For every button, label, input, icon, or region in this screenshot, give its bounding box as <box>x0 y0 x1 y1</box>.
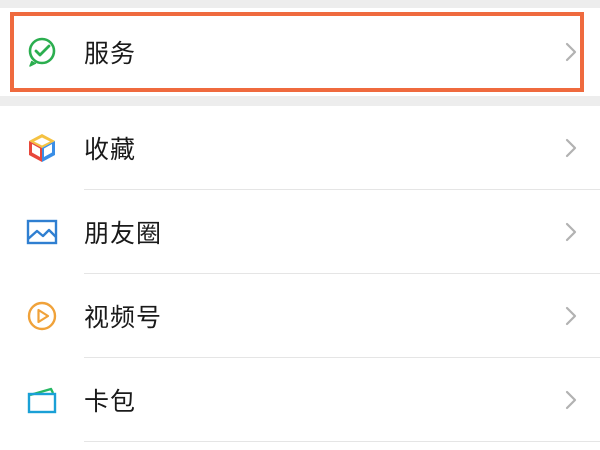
chevron-right-icon <box>564 305 578 327</box>
favorites-cube-icon <box>25 131 59 165</box>
menu-item-service[interactable]: 服务 <box>0 10 600 94</box>
chevron-right-icon <box>564 41 578 63</box>
menu-item-moments[interactable]: 朋友圈 <box>0 190 600 274</box>
service-group: 服务 <box>0 8 600 96</box>
menu-item-cards[interactable]: 卡包 <box>0 358 600 442</box>
menu-item-label: 卡包 <box>84 387 137 416</box>
chevron-right-icon <box>564 137 578 159</box>
top-strip <box>0 0 600 8</box>
menu-item-label: 朋友圈 <box>84 219 163 248</box>
service-icon <box>25 35 59 69</box>
menu-item-label: 视频号 <box>84 303 163 332</box>
menu-item-channels[interactable]: 视频号 <box>0 274 600 358</box>
channels-play-icon <box>25 299 59 333</box>
menu-item-label: 服务 <box>84 39 137 68</box>
moments-picture-icon <box>25 215 59 249</box>
chevron-right-icon <box>564 221 578 243</box>
chevron-right-icon <box>564 389 578 411</box>
card-wallet-icon <box>25 383 59 417</box>
row-divider <box>84 441 600 442</box>
menu-item-favorites[interactable]: 收藏 <box>0 106 600 190</box>
main-menu-group: 收藏 朋友圈 视频号 卡包 <box>0 106 600 450</box>
menu-item-label: 收藏 <box>84 135 137 164</box>
